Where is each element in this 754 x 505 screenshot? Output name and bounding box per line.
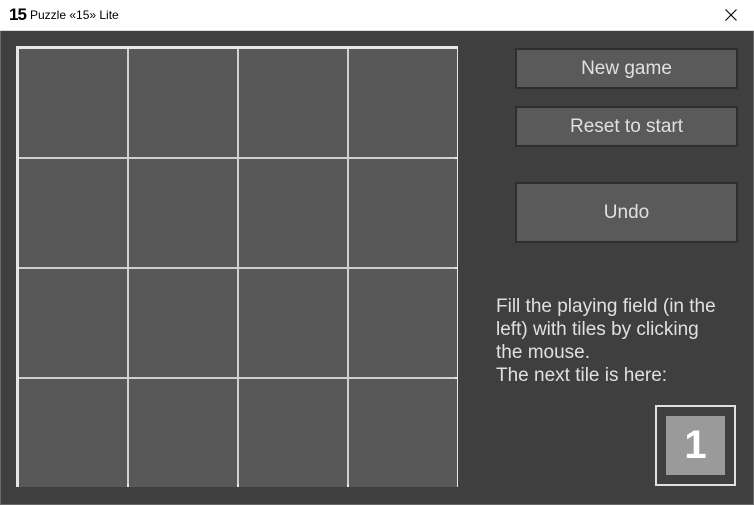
close-button[interactable] xyxy=(708,0,754,30)
board-cell[interactable] xyxy=(19,49,127,157)
window-title: Puzzle «15» Lite xyxy=(30,8,119,22)
game-area: New game Reset to start Undo Fill the pl… xyxy=(0,31,754,505)
close-icon xyxy=(725,9,737,21)
instructions-line: the mouse. xyxy=(496,342,590,363)
board-cell[interactable] xyxy=(239,379,347,487)
next-tile-frame: 1 xyxy=(655,405,736,486)
instructions-line: Fill the playing field (in the xyxy=(496,296,716,317)
board-cell[interactable] xyxy=(19,159,127,267)
board-cell[interactable] xyxy=(129,269,237,377)
board-cell[interactable] xyxy=(349,159,457,267)
board-cell[interactable] xyxy=(129,159,237,267)
app-icon: 15 xyxy=(9,5,27,24)
title-bar: 15 Puzzle «15» Lite xyxy=(0,0,754,31)
board-cell[interactable] xyxy=(129,379,237,487)
next-tile: 1 xyxy=(666,416,725,475)
board-cell[interactable] xyxy=(19,269,127,377)
board-cell[interactable] xyxy=(349,269,457,377)
board-cell[interactable] xyxy=(239,269,347,377)
undo-button[interactable]: Undo xyxy=(515,182,738,243)
instructions-line: left) with tiles by clicking xyxy=(496,319,699,340)
board-cell[interactable] xyxy=(349,49,457,157)
board-cell[interactable] xyxy=(239,49,347,157)
board-cell[interactable] xyxy=(239,159,347,267)
playing-field[interactable] xyxy=(16,46,458,487)
reset-to-start-button[interactable]: Reset to start xyxy=(515,106,738,147)
board-cell[interactable] xyxy=(129,49,237,157)
board-cell[interactable] xyxy=(19,379,127,487)
new-game-button[interactable]: New game xyxy=(515,48,738,89)
board-cell[interactable] xyxy=(349,379,457,487)
instructions-text: Fill the playing field (in the left) wit… xyxy=(496,295,741,387)
instructions-line: The next tile is here: xyxy=(496,365,668,386)
